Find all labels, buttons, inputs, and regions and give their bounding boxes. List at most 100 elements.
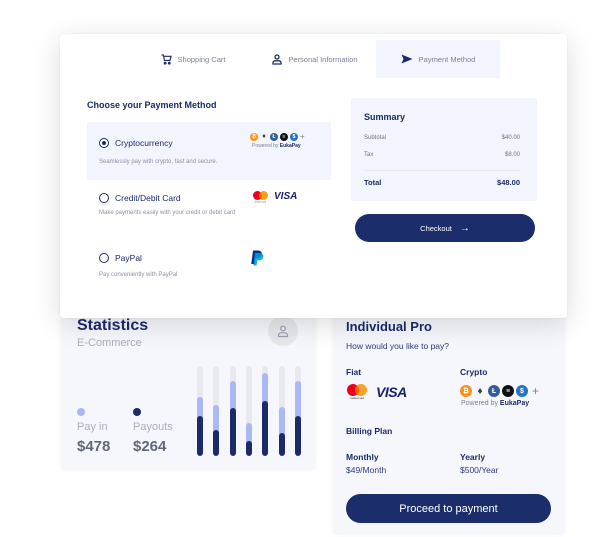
tab-payment-method[interactable]: Payment Method [376,40,500,78]
tax-value: $8.00 [504,152,520,158]
litecoin-icon: Ł [270,132,278,141]
bar-payouts [197,415,203,456]
subtotal-value: $40.00 [501,135,520,141]
pro-subtitle: How would you like to pay? [346,341,450,351]
eukapay-logo: EukaPay [499,400,530,407]
tab-shopping-cart[interactable]: Shopping Cart [148,40,238,78]
summary-total-row: Total $48.00 [364,178,520,187]
tab-personal-information-label: Personal Information [288,54,358,64]
arrow-right-icon: → [459,222,470,234]
crypto-coins-small: ₿ ♦ Ł ≡ $ + [250,132,305,141]
mastercard-icon: mastercard [253,191,268,204]
pay-in-label: Pay in [77,421,108,433]
bar-track [262,366,269,456]
bar-payouts [294,415,301,456]
tab-shopping-cart-label: Shopping Cart [177,54,226,64]
payment-option-paypal[interactable]: PayPal Pay conveniently with PayPal [87,238,331,296]
bitcoin-icon: ₿ [250,132,258,141]
paypal-option-label: PayPal [115,253,142,263]
tab-personal-information[interactable]: Personal Information [260,40,370,78]
plan-monthly-price: $49/Month [346,465,387,475]
crypto-radio[interactable] [99,138,109,148]
card-option-label: Credit/Debit Card [115,193,181,203]
bar-track [229,366,236,456]
stacks-icon: ≡ [280,132,288,141]
checkout-button[interactable]: Checkout → [355,214,535,242]
usdc-icon: $ [290,132,298,141]
bar-payouts [229,408,236,456]
summary-title: Summary [364,112,406,122]
bar-track [278,366,285,456]
fiat-label: Fiat [346,367,362,377]
litecoin-icon: Ł [488,385,500,397]
payment-option-card[interactable]: Credit/Debit Card Make payments easily w… [87,180,331,238]
individual-pro-card: Individual Pro How would you like to pay… [333,300,565,535]
proceed-to-payment-button[interactable]: Proceed to payment [346,494,551,523]
plan-yearly-price: $500/Year [460,465,499,475]
statistics-subtitle: E-Commerce [77,337,142,349]
ethereum-icon: ♦ [262,133,266,140]
powered-by-eukapay: Powered by EukaPay [461,400,530,407]
bar-track [197,366,203,456]
payouts-legend-dot [133,408,141,416]
eukapay-logo: EukaPay [279,143,301,149]
checkout-steps: Shopping Cart Personal Information Payme… [60,40,567,78]
bitcoin-icon: ₿ [460,385,472,397]
mastercard-icon: mastercard [347,384,367,400]
summary-divider [364,170,520,171]
card-radio[interactable] [99,193,109,203]
tab-payment-method-label: Payment Method [418,54,476,64]
more-coins-icon: + [300,132,305,141]
send-icon [401,54,413,64]
pay-in-value: $478 [77,438,111,455]
more-coins-icon: + [532,384,540,398]
card-brands: mastercard VISA [252,190,297,203]
total-value: $48.00 [497,178,520,187]
bar-payouts [245,440,252,456]
summary-row-subtotal: Subtotal $40.00 [364,135,520,141]
bar-payouts [262,401,269,456]
fiat-brands[interactable]: mastercard VISA [346,383,407,400]
paypal-icon [251,250,264,266]
payouts-value: $264 [133,438,167,455]
total-label: Total [364,178,382,187]
subtotal-label: Subtotal [364,135,387,141]
pro-title: Individual Pro [346,319,432,334]
billing-plan-label: Billing Plan [346,426,393,436]
plan-monthly-name: Monthly [346,452,379,462]
paypal-radio[interactable] [99,253,109,263]
tax-label: Tax [364,152,374,158]
payouts-label: Payouts [133,421,173,433]
plan-yearly-name: Yearly [460,452,486,462]
bar-track [294,366,301,456]
paypal-option-description: Pay conveniently with PayPal [99,272,178,278]
card-option-description: Make payments easily with your credit or… [99,210,236,216]
visa-icon: VISA [274,191,298,202]
ethereum-icon: ♦ [477,385,483,397]
avatar[interactable] [268,316,298,346]
bar-chart [197,366,305,456]
crypto-option-description: Seamlessly pay with crypto, fast and sec… [99,159,218,165]
crypto-option-label: Cryptocurrency [115,138,173,148]
bar-track [245,366,252,456]
checkout-button-label: Checkout [420,223,452,233]
user-icon [277,325,289,338]
usdc-icon: $ [516,385,528,397]
payment-option-crypto[interactable]: Cryptocurrency Seamlessly pay with crypt… [87,122,331,180]
checkout-modal: Shopping Cart Personal Information Payme… [60,34,567,318]
bar-payouts [278,432,285,456]
visa-icon: VISA [376,383,407,400]
bar-track [213,366,220,456]
cart-icon [160,53,172,65]
statistics-title: Statistics [77,317,149,334]
statistics-card: Statistics E-Commerce Pay in $478 Payout… [61,300,316,470]
order-summary: Summary Subtotal $40.00 Tax $8.00 Total … [351,98,537,201]
crypto-coins[interactable]: ₿ ♦ Ł ≡ $ + [460,384,539,398]
svg-text:mastercard: mastercard [255,201,267,204]
crypto-label: Crypto [460,367,488,377]
svg-text:mastercard: mastercard [350,396,364,400]
bar-payouts [213,429,220,456]
person-icon [272,53,283,65]
stacks-icon: ≡ [502,385,514,397]
payment-method-heading: Choose your Payment Method [87,100,217,110]
